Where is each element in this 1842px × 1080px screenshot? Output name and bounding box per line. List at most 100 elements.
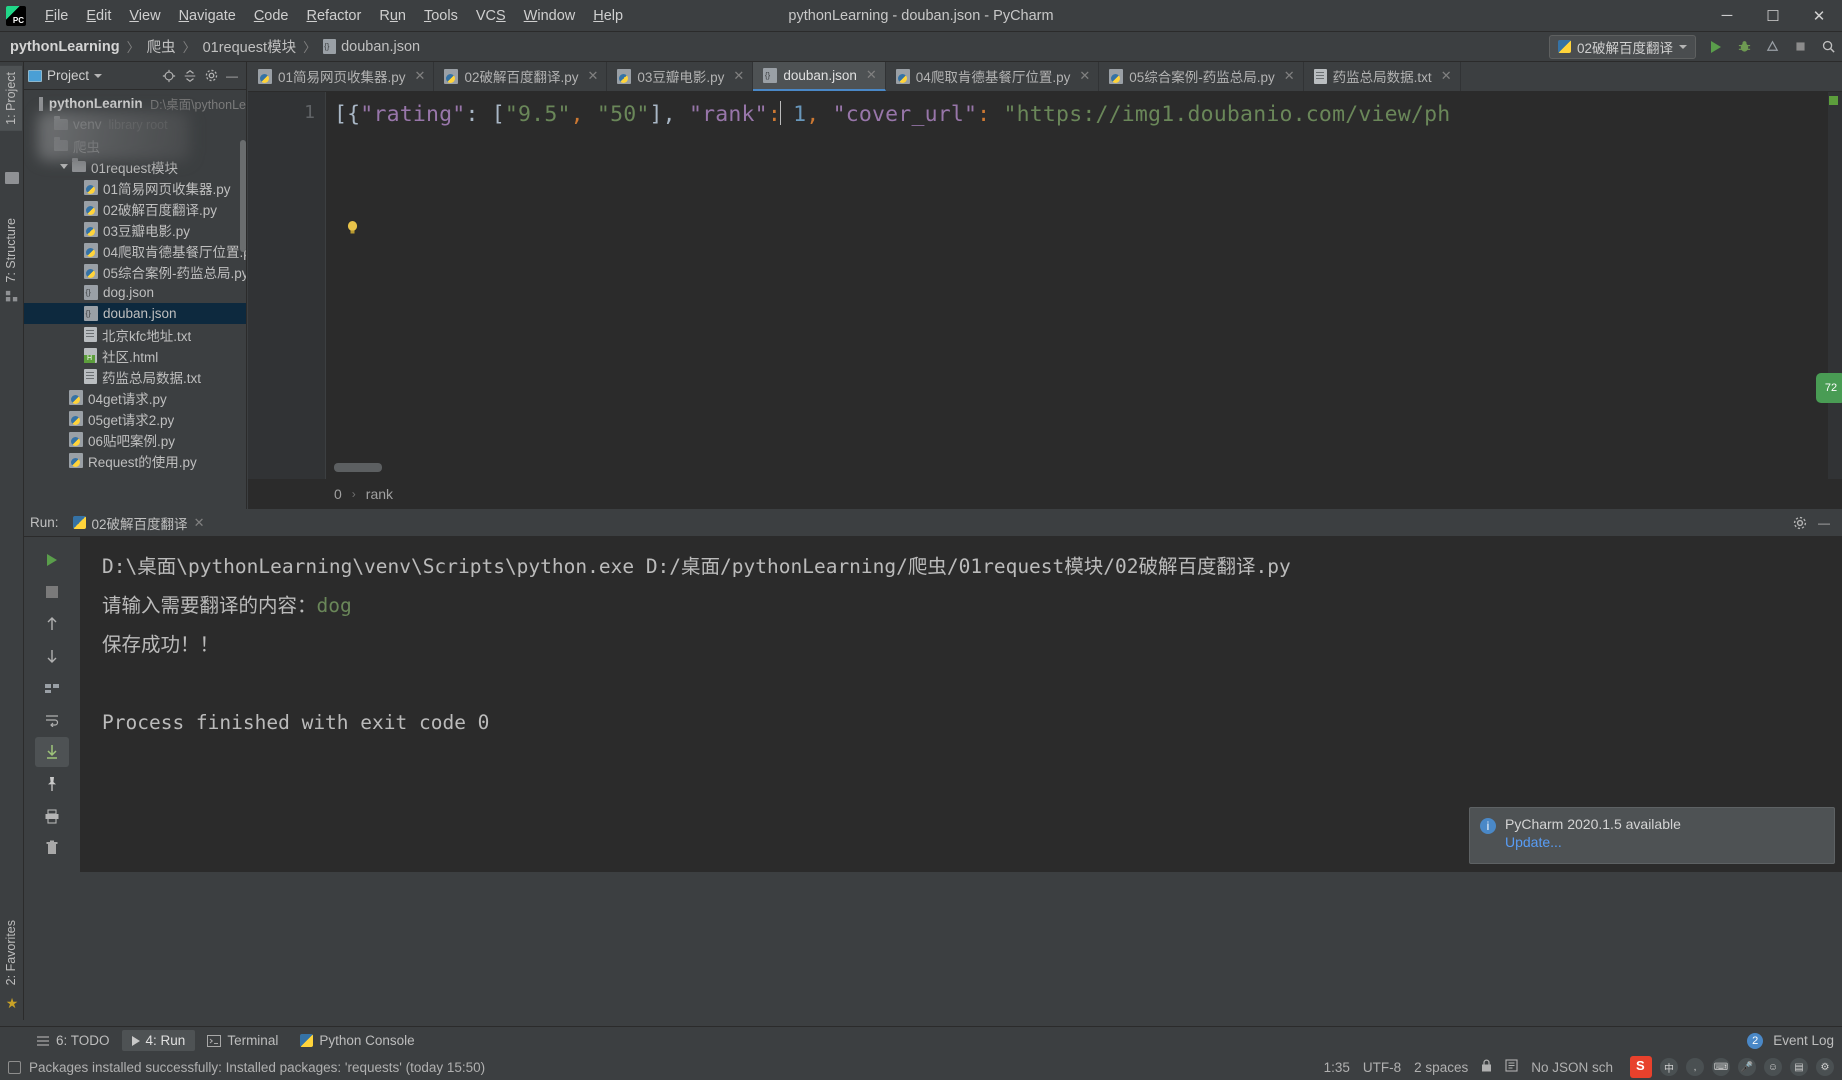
tree-row-01request模块[interactable]: 01request模块 [24,156,246,177]
pin-tab-button[interactable] [35,769,69,799]
close-button[interactable]: ✕ [1796,0,1842,32]
tree-row-douban.json[interactable]: douban.json [24,303,246,324]
close-icon[interactable]: ✕ [194,515,205,531]
git-branch-icon[interactable] [1505,1059,1518,1075]
toolbox-icon[interactable]: ▤ [1790,1058,1808,1076]
menu-item-file[interactable]: File [36,4,77,28]
notification-balloon[interactable]: i PyCharm 2020.1.5 available Update... [1469,807,1835,864]
json-schema-selector[interactable]: No JSON sch [1531,1060,1613,1075]
hide-run-panel-button[interactable]: — [1814,513,1834,533]
editor-tab-药监总局数据.txt[interactable]: 药监总局数据.txt ✕ [1304,62,1461,91]
tree-row-北京kfc地址.txt[interactable]: 北京kfc地址.txt [24,324,246,345]
close-icon[interactable]: ✕ [1079,68,1090,84]
tree-row-venv[interactable]: venv library root [24,114,246,135]
print-button[interactable] [35,801,69,831]
menu-item-navigate[interactable]: Navigate [170,4,245,28]
menu-item-code[interactable]: Code [245,4,298,28]
run-configuration-selector[interactable]: 02破解百度翻译 [1548,34,1696,59]
breadcrumb-folder-1[interactable]: 爬虫 [147,36,176,57]
panel-settings-button[interactable] [201,66,221,86]
close-icon[interactable]: ✕ [733,68,744,84]
code-editor[interactable]: 1 [{"rating": ["9.5", "50"], "rank": 1, … [248,92,1842,509]
tree-row-01简易网页收集器.py[interactable]: 01简易网页收集器.py [24,177,246,198]
tree-row-02破解百度翻译.py[interactable]: 02破解百度翻译.py [24,198,246,219]
close-icon[interactable]: ✕ [587,68,598,84]
scroll-up-button[interactable] [35,609,69,639]
tree-row-药监总局数据.txt[interactable]: 药监总局数据.txt [24,366,246,387]
close-icon[interactable]: ✕ [1284,68,1295,84]
chevron-down-icon[interactable] [60,164,68,169]
soft-wrap-button[interactable] [35,705,69,735]
tree-row-社区.html[interactable]: 社区.html [24,345,246,366]
collapse-all-button[interactable] [180,66,200,86]
punctuation-icon[interactable]: , [1686,1058,1704,1076]
lock-icon[interactable] [1481,1059,1492,1075]
locate-file-button[interactable] [159,66,179,86]
maximize-button[interactable]: ☐ [1750,0,1796,32]
tree-row-05get请求2.py[interactable]: 05get请求2.py [24,408,246,429]
message-icon[interactable] [8,1060,21,1074]
indent-setting[interactable]: 2 spaces [1414,1060,1468,1075]
menu-item-tools[interactable]: Tools [415,4,467,28]
editor-tab-douban.json[interactable]: douban.json ✕ [753,62,886,91]
editor-breadcrumb-index[interactable]: 0 [334,486,342,502]
tree-row-05综合案例-药监总局.py[interactable]: 05综合案例-药监总局.py [24,261,246,282]
bottom-tab-python-console[interactable]: Python Console [290,1030,424,1051]
clear-all-button[interactable] [35,833,69,863]
scroll-to-end-button[interactable] [35,737,69,767]
editor-tab-04爬取肯德基餐厅位置.py[interactable]: 04爬取肯德基餐厅位置.py ✕ [886,62,1100,91]
editor-marker-bar[interactable] [1828,92,1842,509]
bottom-tab-todo[interactable]: 6: TODO [26,1030,120,1051]
mic-icon[interactable]: 🎤 [1738,1058,1756,1076]
hide-panel-button[interactable]: — [222,66,242,86]
breadcrumb-folder-2[interactable]: 01request模块 [203,36,297,57]
close-icon[interactable]: ✕ [866,67,877,83]
print-output-button[interactable] [35,673,69,703]
smiley-icon[interactable]: ☺ [1764,1058,1782,1076]
coverage-button[interactable] [1758,33,1786,61]
sidebar-tab-favorites[interactable]: 2: Favorites [0,914,22,991]
stop-button[interactable] [35,577,69,607]
intention-bulb-icon[interactable] [346,220,359,235]
chinese-mode-icon[interactable]: 中 [1660,1058,1678,1076]
status-message[interactable]: Packages installed successfully: Install… [29,1060,485,1075]
project-panel-title-group[interactable]: Project [28,68,103,83]
editor-horizontal-scrollbar[interactable] [334,463,382,472]
inspection-badge[interactable]: 72 [1816,373,1842,403]
minimize-button[interactable]: ─ [1704,0,1750,32]
breadcrumb-project[interactable]: pythonLearning [10,39,120,55]
menu-item-refactor[interactable]: Refactor [298,4,371,28]
debug-button[interactable] [1730,33,1758,61]
editor-tab-05综合案例-药监总局.py[interactable]: 05综合案例-药监总局.py ✕ [1099,62,1304,91]
editor-tab-01简易网页收集器.py[interactable]: 01简易网页收集器.py ✕ [248,62,435,91]
search-everywhere-button[interactable] [1814,33,1842,61]
scroll-down-button[interactable] [35,641,69,671]
rerun-button[interactable] [35,545,69,575]
keyboard-icon[interactable]: ⌨ [1712,1058,1730,1076]
tree-row-04get请求.py[interactable]: 04get请求.py [24,387,246,408]
menu-item-edit[interactable]: Edit [77,4,120,28]
editor-breadcrumb-key[interactable]: rank [366,486,393,502]
editor-code-line[interactable]: [{"rating": ["9.5", "50"], "rank": 1, "c… [334,100,1450,130]
bottom-tab-terminal[interactable]: Terminal [197,1030,288,1051]
close-icon[interactable]: ✕ [415,68,426,84]
notification-update-link[interactable]: Update... [1505,834,1681,850]
caret-position[interactable]: 1:35 [1324,1060,1350,1075]
tree-scrollbar[interactable] [240,140,246,252]
file-encoding[interactable]: UTF-8 [1363,1060,1401,1075]
tree-row-Request的使用.py[interactable]: Request的使用.py [24,450,246,471]
stop-button[interactable] [1786,33,1814,61]
menu-item-help[interactable]: Help [584,4,632,28]
bottom-tab-run[interactable]: 4: Run [121,1030,196,1051]
sidebar-tab-structure[interactable]: 7: Structure [0,212,22,289]
settings-icon[interactable]: ⚙ [1816,1058,1834,1076]
sidebar-tab-project[interactable]: 1: Project [0,66,22,131]
tree-row-爬虫[interactable]: 爬虫 [24,135,246,156]
tree-row-06贴吧案例.py[interactable]: 06贴吧案例.py [24,429,246,450]
run-settings-button[interactable] [1790,513,1810,533]
run-button[interactable] [1702,33,1730,61]
menu-item-window[interactable]: Window [515,4,585,28]
tree-row-root[interactable]: pythonLearning D:\桌面\pythonLe [24,93,246,114]
editor-tab-02破解百度翻译.py[interactable]: 02破解百度翻译.py ✕ [434,62,608,91]
editor-gutter[interactable]: 1 [248,92,326,509]
